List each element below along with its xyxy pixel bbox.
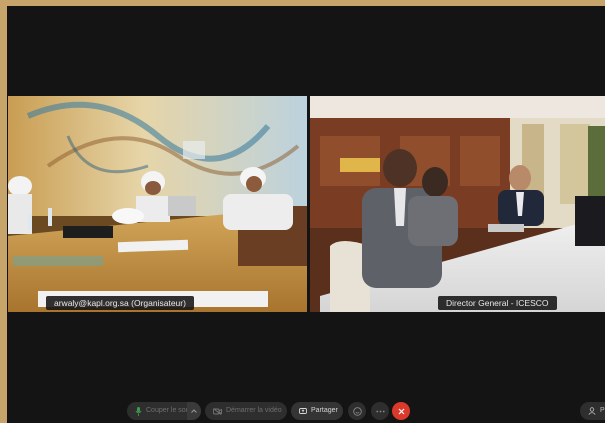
start-video-button[interactable]: Démarrer la vidéo (205, 402, 287, 420)
reactions-button[interactable] (348, 402, 366, 420)
participants-icon (588, 407, 596, 415)
video-tile-organizer[interactable]: arwaly@kapl.org.sa (Organisateur) (8, 96, 307, 312)
start-video-button-label: Démarrer la vidéo (226, 407, 282, 414)
microphone-icon (135, 406, 142, 416)
close-icon (398, 408, 404, 414)
share-button[interactable]: Partager (291, 402, 343, 420)
audio-options-button[interactable] (187, 402, 201, 420)
participant-name-tag: arwaly@kapl.org.sa (Organisateur) (46, 296, 194, 310)
mute-button-label: Couper le son (146, 407, 190, 414)
share-button-label: Partager (311, 407, 338, 414)
share-screen-icon (299, 407, 307, 414)
meeting-toolbar: Couper le son Démarrer la vidéo Partager (7, 401, 605, 423)
camera-off-icon (213, 407, 222, 415)
video-feed-organizer (8, 96, 307, 312)
participants-button-label: Pa (600, 407, 605, 414)
participants-button[interactable]: Pa (580, 402, 605, 420)
chevron-up-icon (191, 409, 197, 413)
participant-name-tag: Director General - ICESCO (438, 296, 557, 310)
video-feed-icesco (310, 96, 605, 312)
leave-meeting-button[interactable] (392, 402, 410, 420)
video-tile-icesco[interactable]: Director General - ICESCO (310, 96, 605, 312)
more-options-button[interactable] (371, 402, 389, 420)
more-dots-icon (375, 410, 385, 412)
meeting-window: arwaly@kapl.org.sa (Organisateur) Direct… (7, 6, 605, 423)
smiley-icon (352, 406, 362, 416)
